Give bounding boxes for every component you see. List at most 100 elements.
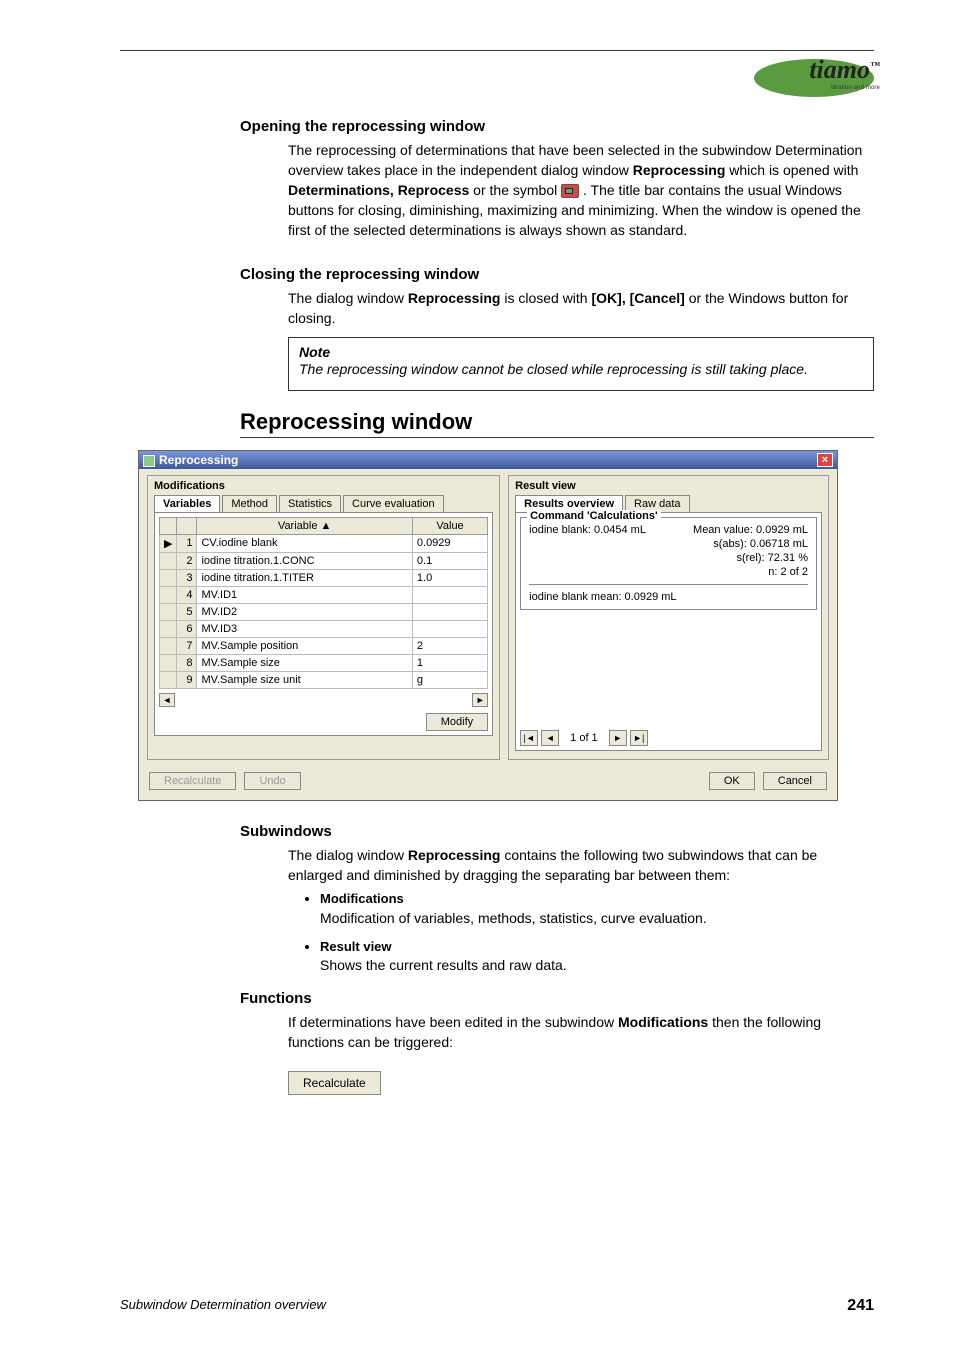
recalculate-function-button[interactable]: Recalculate — [288, 1071, 381, 1095]
table-row[interactable]: 8MV.Sample size1 — [160, 654, 488, 671]
list-item: Result view Shows the current results an… — [320, 937, 874, 976]
logo-area: tiamo™ titration and more — [120, 59, 874, 100]
pager-prev-icon[interactable]: ◄ — [541, 730, 559, 746]
col-value[interactable]: Value — [412, 517, 487, 534]
res-mean-value: Mean value: 0.0929 mL — [646, 524, 808, 536]
calculations-legend: Command 'Calculations' — [527, 510, 660, 522]
row-indicator — [160, 654, 177, 671]
section-subwindows-title: Subwindows — [240, 823, 874, 840]
ok-button[interactable]: OK — [709, 772, 755, 790]
row-number: 8 — [177, 654, 197, 671]
table-row[interactable]: 7MV.Sample position2 — [160, 637, 488, 654]
cell-value: 0.0929 — [412, 534, 487, 552]
section-reprocessing-window-title: Reprocessing window — [240, 409, 874, 435]
section-opening-body: The reprocessing of determinations that … — [288, 141, 874, 240]
table-row[interactable]: 5MV.ID2 — [160, 603, 488, 620]
reprocess-icon — [561, 184, 579, 198]
dialog-titlebar[interactable]: Reprocessing × — [139, 451, 837, 469]
row-indicator — [160, 586, 177, 603]
modify-button[interactable]: Modify — [426, 713, 488, 731]
pager-first-icon[interactable]: |◄ — [520, 730, 538, 746]
res-mean-line: iodine blank mean: 0.0929 mL — [529, 591, 808, 603]
list-item: Modifications Modification of variables,… — [320, 889, 874, 928]
cell-value: g — [412, 671, 487, 688]
cell-value — [412, 603, 487, 620]
section-closing-body: The dialog window Reprocessing is closed… — [288, 289, 874, 329]
pager-text: 1 of 1 — [562, 732, 606, 744]
cell-variable: CV.iodine blank — [197, 534, 412, 552]
close-icon[interactable]: × — [817, 453, 833, 467]
cell-value: 0.1 — [412, 552, 487, 569]
cell-variable: MV.Sample size — [197, 654, 412, 671]
undo-button[interactable]: Undo — [244, 772, 300, 790]
tab-curve-evaluation[interactable]: Curve evaluation — [343, 495, 444, 512]
modifications-title: Modifications — [154, 480, 493, 492]
dialog-title: Reprocessing — [159, 453, 238, 467]
section-subwindows-body: The dialog window Reprocessing contains … — [288, 846, 874, 886]
logo-tagline: titration and more — [831, 85, 880, 91]
scroll-right-icon[interactable]: ► — [472, 693, 488, 707]
cancel-button[interactable]: Cancel — [763, 772, 827, 790]
res-s-abs: s(abs): 0.06718 mL — [529, 538, 808, 550]
table-row[interactable]: 4MV.ID1 — [160, 586, 488, 603]
cell-variable: MV.Sample position — [197, 637, 412, 654]
row-indicator — [160, 671, 177, 688]
cell-variable: MV.ID3 — [197, 620, 412, 637]
table-row[interactable]: ▶1CV.iodine blank0.0929 — [160, 534, 488, 552]
results-tab-content: Command 'Calculations' iodine blank: 0.0… — [515, 512, 822, 751]
row-indicator — [160, 552, 177, 569]
row-indicator — [160, 620, 177, 637]
cell-variable: MV.Sample size unit — [197, 671, 412, 688]
row-number: 5 — [177, 603, 197, 620]
logo-tm: ™ — [870, 60, 880, 71]
pager-last-icon[interactable]: ►| — [630, 730, 648, 746]
header-rule — [120, 50, 874, 51]
table-row[interactable]: 2iodine titration.1.CONC0.1 — [160, 552, 488, 569]
row-number: 6 — [177, 620, 197, 637]
subwindows-list: Modifications Modification of variables,… — [320, 889, 874, 975]
col-variable[interactable]: Variable ▲ — [197, 517, 412, 534]
logo-brand: tiamo — [809, 55, 870, 84]
recalculate-button[interactable]: Recalculate — [149, 772, 236, 790]
tab-method[interactable]: Method — [222, 495, 277, 512]
tab-statistics[interactable]: Statistics — [279, 495, 341, 512]
table-row[interactable]: 6MV.ID3 — [160, 620, 488, 637]
tiamo-logo: tiamo™ titration and more — [754, 59, 874, 97]
row-number: 2 — [177, 552, 197, 569]
reprocessing-dialog: Reprocessing × Modifications Variables M… — [138, 450, 838, 801]
modifications-pane: Modifications Variables Method Statistic… — [147, 475, 500, 760]
note-box: Note The reprocessing window cannot be c… — [288, 337, 874, 391]
row-indicator — [160, 637, 177, 654]
section-functions-title: Functions — [240, 990, 874, 1007]
row-number: 7 — [177, 637, 197, 654]
tab-variables[interactable]: Variables — [154, 495, 220, 512]
page-footer: Subwindow Determination overview 241 — [120, 1297, 874, 1315]
row-number: 4 — [177, 586, 197, 603]
footer-section: Subwindow Determination overview — [120, 1297, 326, 1315]
footer-page-number: 241 — [847, 1297, 874, 1315]
calculations-group: Command 'Calculations' iodine blank: 0.0… — [520, 517, 817, 610]
scroll-left-icon[interactable]: ◄ — [159, 693, 175, 707]
cell-variable: iodine titration.1.TITER — [197, 569, 412, 586]
section-functions-body: If determinations have been edited in th… — [288, 1013, 874, 1053]
table-row[interactable]: 9MV.Sample size unitg — [160, 671, 488, 688]
res-iodine-blank: iodine blank: 0.0454 mL — [529, 524, 646, 536]
pager: |◄ ◄ 1 of 1 ► ►| — [520, 730, 817, 746]
cell-value — [412, 620, 487, 637]
result-view-title: Result view — [515, 480, 822, 492]
horizontal-scrollbar[interactable]: ◄ ► — [159, 693, 488, 707]
row-number: 3 — [177, 569, 197, 586]
dialog-footer: Recalculate Undo OK Cancel — [139, 768, 837, 800]
pager-next-icon[interactable]: ► — [609, 730, 627, 746]
cell-value: 1.0 — [412, 569, 487, 586]
res-s-rel: s(rel): 72.31 % — [529, 552, 808, 564]
section-closing-title: Closing the reprocessing window — [240, 266, 874, 283]
titlebar-icon — [143, 455, 155, 467]
variables-tab-content: Variable ▲ Value ▶1CV.iodine blank0.0929… — [154, 512, 493, 736]
section-opening-title: Opening the reprocessing window — [240, 118, 874, 135]
row-indicator — [160, 569, 177, 586]
table-row[interactable]: 3iodine titration.1.TITER1.0 — [160, 569, 488, 586]
row-number: 9 — [177, 671, 197, 688]
cell-variable: iodine titration.1.CONC — [197, 552, 412, 569]
cell-value: 1 — [412, 654, 487, 671]
